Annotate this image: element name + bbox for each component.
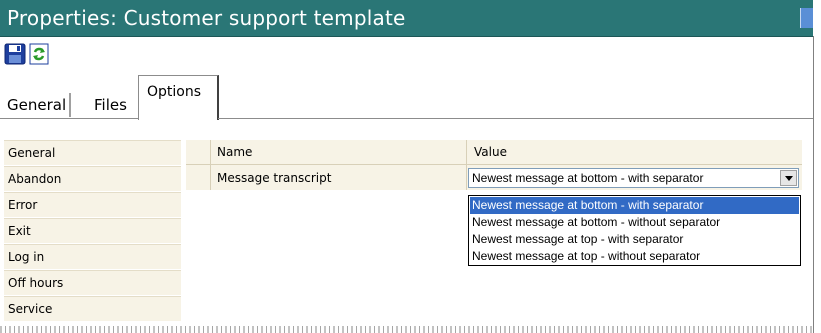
chevron-down-icon[interactable] — [780, 170, 797, 186]
tab-options[interactable]: Options — [138, 75, 219, 120]
dropdown-list: Newest message at bottom - with separato… — [468, 195, 801, 266]
dropdown-option[interactable]: Newest message at bottom - without separ… — [470, 214, 799, 231]
dropdown-option[interactable]: Newest message at top - with separator — [470, 231, 799, 248]
tab-files[interactable]: Files — [91, 93, 130, 117]
window-edge — [813, 36, 821, 333]
column-divider — [466, 165, 467, 190]
tab-options-label: Options — [147, 84, 202, 100]
window-title: Properties: Customer support template — [7, 6, 406, 30]
row-header-stub — [186, 140, 211, 164]
column-header-name: Name — [217, 145, 253, 159]
window-control-icon[interactable] — [800, 8, 813, 28]
refresh-icon[interactable] — [28, 43, 50, 65]
sidebar-item-abandon[interactable]: Abandon — [4, 166, 181, 191]
toolbar — [0, 37, 813, 73]
tab-divider — [0, 118, 138, 119]
table-row[interactable]: Message transcript Newest message at bot… — [186, 165, 802, 190]
sidebar-item-service[interactable]: Service — [4, 296, 181, 321]
save-icon[interactable] — [4, 43, 26, 65]
tab-strip: General Files Options — [0, 75, 813, 121]
sidebar-item-error[interactable]: Error — [4, 192, 181, 217]
sidebar-item-general[interactable]: General — [4, 140, 181, 165]
dropdown-option[interactable]: Newest message at top - without separato… — [470, 248, 799, 265]
cropped-content-edge — [0, 326, 813, 333]
combobox-selected-value: Newest message at bottom - with separato… — [472, 171, 704, 185]
row-header-stub — [186, 165, 211, 190]
tab-divider — [218, 118, 813, 119]
tab-general[interactable]: General — [4, 93, 72, 117]
title-bar: Properties: Customer support template — [0, 0, 813, 37]
grid-header: Name Value — [186, 140, 802, 165]
sidebar-item-log-in[interactable]: Log in — [4, 244, 181, 269]
column-header-value: Value — [474, 145, 507, 159]
sidebar-item-off-hours[interactable]: Off hours — [4, 270, 181, 295]
sidebar-item-exit[interactable]: Exit — [4, 218, 181, 243]
value-combobox[interactable]: Newest message at bottom - with separato… — [468, 168, 799, 188]
column-divider — [466, 140, 467, 164]
dropdown-option[interactable]: Newest message at bottom - with separato… — [470, 197, 799, 214]
property-name: Message transcript — [217, 171, 332, 185]
